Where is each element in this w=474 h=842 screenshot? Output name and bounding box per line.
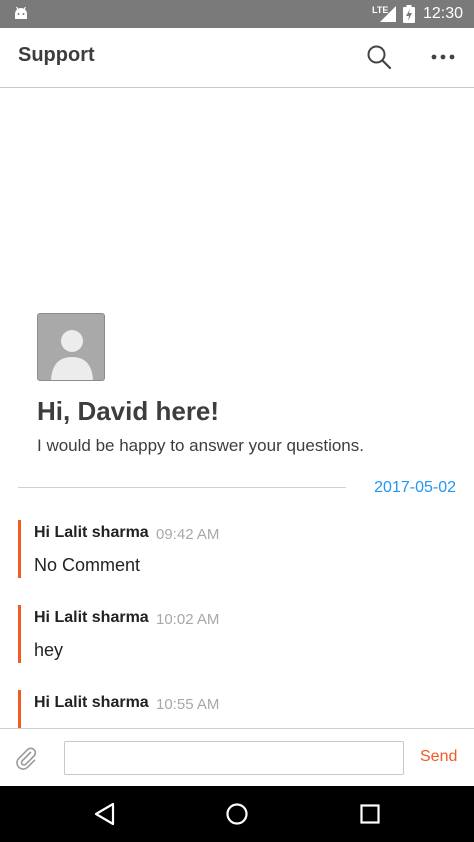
status-bar: LTE 12:30 <box>0 0 474 28</box>
message-time: 09:42 AM <box>156 526 220 543</box>
message-sender: Hi Lalit sharma <box>34 524 149 541</box>
avatar <box>37 313 105 381</box>
message-accent-bar <box>18 520 21 578</box>
recents-icon[interactable] <box>356 800 384 828</box>
more-options-icon[interactable] <box>430 46 456 68</box>
battery-charging-icon <box>403 5 415 23</box>
message-item: Hi Lalit sharma 10:55 AM <box>18 690 458 728</box>
message-item: Hi Lalit sharma 09:42 AM No Comment <box>18 520 458 578</box>
android-notification-icon <box>15 6 27 19</box>
search-icon[interactable] <box>366 44 392 70</box>
date-divider <box>18 487 346 488</box>
message-input[interactable] <box>64 741 404 775</box>
message-text: hey <box>34 640 64 660</box>
message-sender: Hi Lalit sharma <box>34 609 149 626</box>
message-text: No Comment <box>34 555 141 575</box>
message-item: Hi Lalit sharma 10:02 AM hey <box>18 605 458 663</box>
system-navigation-bar <box>0 786 474 842</box>
page-title: Support <box>18 44 95 66</box>
paperclip-icon[interactable] <box>14 746 38 770</box>
message-accent-bar <box>18 690 21 728</box>
back-icon[interactable] <box>91 800 119 828</box>
clock: 12:30 <box>423 5 464 22</box>
message-sender: Hi Lalit sharma <box>34 694 149 711</box>
default-avatar-icon <box>51 330 93 380</box>
message-composer: Send <box>0 728 474 786</box>
message-time: 10:02 AM <box>156 611 220 628</box>
date-separator: 2017-05-02 <box>374 479 456 496</box>
message-accent-bar <box>18 605 21 663</box>
intro-subtitle: I would be happy to answer your question… <box>37 436 364 455</box>
signal-icon <box>380 6 396 22</box>
home-icon[interactable] <box>223 800 251 828</box>
app-bar: Support <box>0 28 474 88</box>
intro-heading: Hi, David here! <box>37 396 220 426</box>
send-button[interactable]: Send <box>420 748 457 766</box>
message-time: 10:55 AM <box>156 696 220 713</box>
